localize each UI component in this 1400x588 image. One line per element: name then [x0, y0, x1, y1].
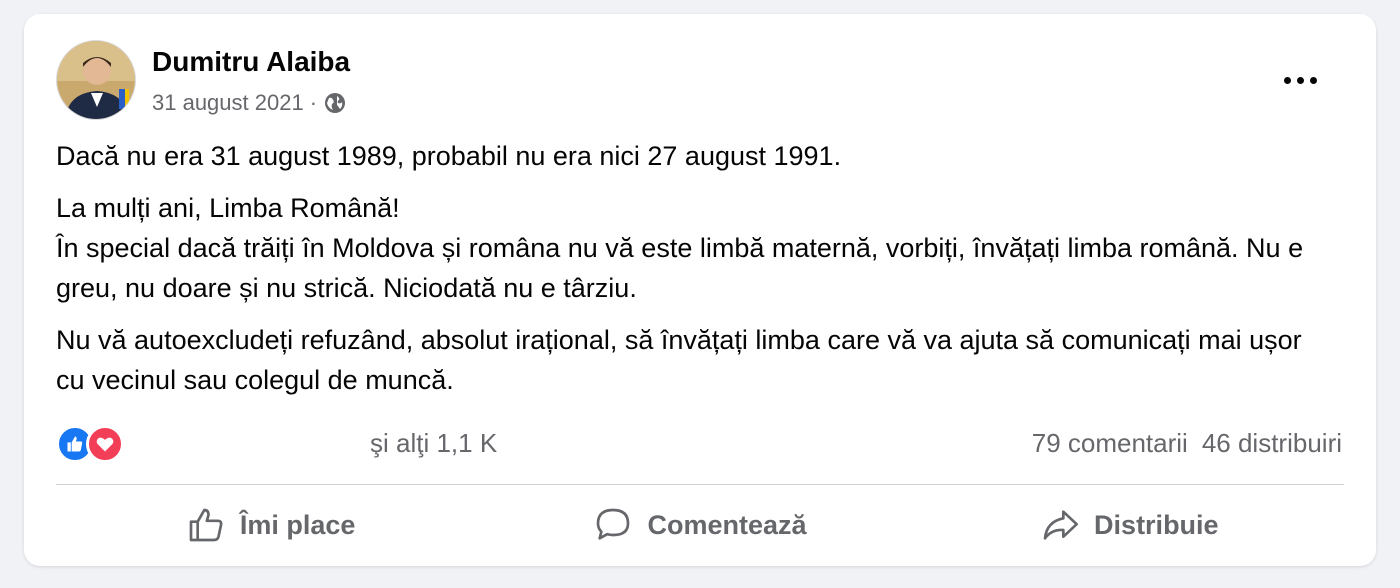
avatar[interactable]	[56, 40, 136, 120]
post-paragraph: Nu vă autoexcludeți refuzând, absolut ir…	[56, 325, 1302, 395]
post-paragraph: Dacă nu era 31 august 1989, probabil nu …	[56, 141, 842, 171]
thumbs-up-icon	[189, 508, 223, 542]
post-text: Dacă nu era 31 august 1989, probabil nu …	[56, 136, 1336, 412]
comment-button[interactable]: Comentează	[485, 496, 914, 554]
like-label: Îmi place	[239, 509, 356, 540]
post-date[interactable]: 31 august 2021	[152, 90, 304, 116]
comment-label: Comentează	[647, 509, 807, 540]
comment-icon	[597, 508, 630, 540]
share-button[interactable]: Distribuie	[915, 496, 1344, 554]
author-name[interactable]: Dumitru Alaiba	[152, 46, 350, 78]
shares-count[interactable]: 46 distribuiri	[1202, 428, 1342, 459]
post-card: Dumitru Alaiba 31 august 2021 · Dacă nu …	[24, 14, 1376, 566]
globe-icon[interactable]	[323, 91, 347, 115]
post-counts: 79 comentarii 46 distribuiri	[1032, 428, 1342, 459]
share-icon	[1043, 510, 1079, 540]
more-icon[interactable]	[1276, 62, 1324, 98]
reaction-icons[interactable]	[56, 425, 124, 463]
post-header: Dumitru Alaiba 31 august 2021 ·	[56, 40, 1344, 120]
like-button[interactable]: Îmi place	[56, 496, 485, 554]
reactions-row: şi alţi 1,1 K 79 comentarii 46 distribui…	[56, 422, 1344, 466]
action-bar: Îmi place Comentează Distribuie	[56, 496, 1344, 554]
divider	[56, 484, 1344, 485]
post-paragraph: La mulți ani, Limba Română! În special d…	[56, 193, 1304, 303]
share-label: Distribuie	[1094, 509, 1219, 540]
love-icon	[86, 425, 124, 463]
comments-count[interactable]: 79 comentarii	[1032, 428, 1188, 459]
meta-separator: ·	[309, 90, 318, 115]
reactions-count[interactable]: şi alţi 1,1 K	[370, 428, 497, 459]
post-meta: 31 august 2021 ·	[152, 90, 347, 116]
